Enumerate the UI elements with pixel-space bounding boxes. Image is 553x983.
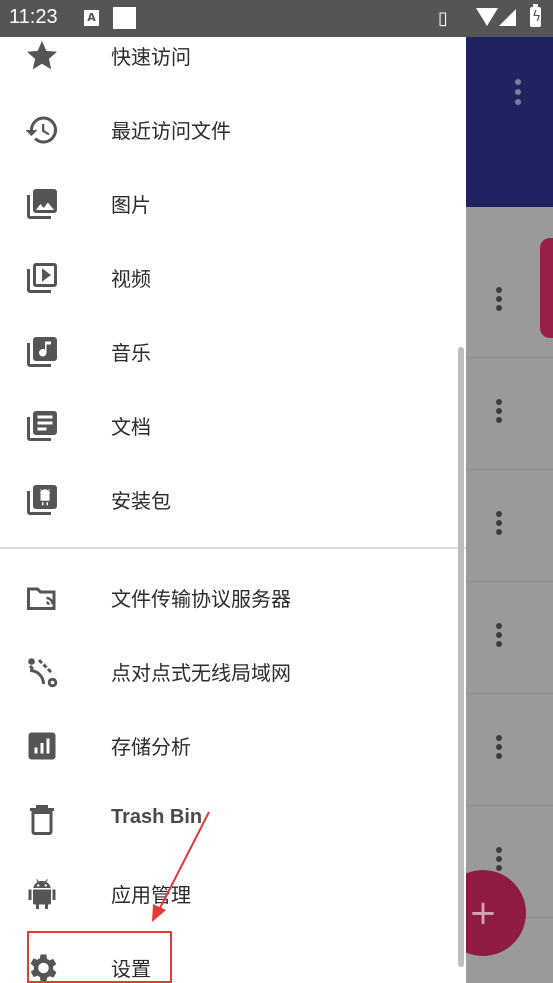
annotation-arrow [152,811,210,922]
